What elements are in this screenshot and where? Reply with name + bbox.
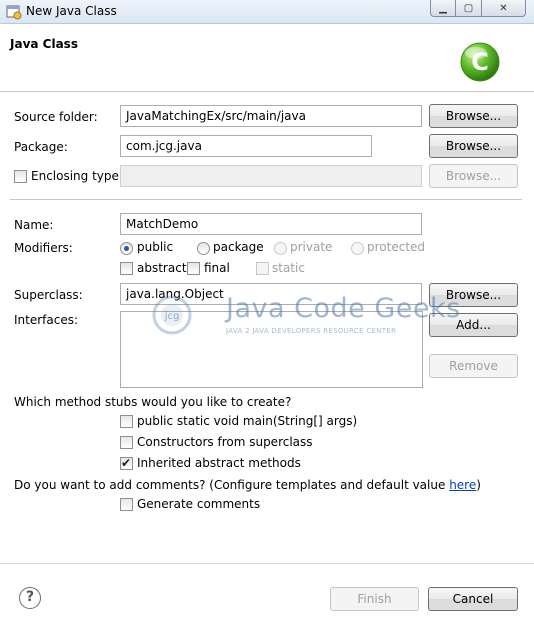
name-input[interactable]: MatchDemo [120,213,422,235]
package-browse-button[interactable]: Browse... [429,134,518,158]
interfaces-remove-button[interactable]: Remove [429,354,518,378]
source-folder-browse-button[interactable]: Browse... [429,104,518,128]
cancel-button[interactable]: Cancel [428,587,518,611]
minimize-icon: ▁ [439,2,447,14]
modifier-static-checkbox[interactable] [256,262,269,275]
modifier-abstract-checkbox[interactable] [120,262,133,275]
window-title: New Java Class [26,4,117,18]
modifier-package-label: package [213,240,264,254]
interfaces-label: Interfaces: [14,313,79,327]
superclass-input[interactable]: java.lang.Object [120,283,422,305]
section-divider [10,199,522,200]
source-folder-input[interactable]: JavaMatchingEx/src/main/java [120,105,422,127]
stub-inherited-label: Inherited abstract methods [137,456,301,470]
source-folder-label: Source folder: [14,110,98,124]
enclosing-type-browse-button[interactable]: Browse... [429,164,518,188]
comments-question-suffix: ) [476,478,481,492]
close-button[interactable]: ✕ [482,0,526,17]
superclass-browse-button[interactable]: Browse... [429,283,518,307]
modifier-protected-radio[interactable] [351,242,364,255]
wizard-content: Source folder: JavaMatchingEx/src/main/j… [0,93,534,628]
maximize-icon: ▢ [463,2,474,14]
comments-question: Do you want to add comments? (Configure … [14,478,481,492]
modifier-protected-label: protected [367,240,426,254]
modifier-final-checkbox[interactable] [187,262,200,275]
enclosing-type-label: Enclosing type: [31,169,123,183]
java-class-logo-icon: C [460,42,500,82]
comments-question-text: Do you want to add comments? (Configure … [14,478,450,492]
stub-main-checkbox[interactable] [120,415,133,428]
modifier-package-radio[interactable] [197,242,210,255]
close-icon: ✕ [499,2,508,14]
checkmark-icon: ✔ [121,456,132,470]
window-controls: ▁ ▢ ✕ [430,0,526,18]
eclipse-app-icon [6,5,22,20]
modifier-private-label: private [290,240,333,254]
footer-divider [0,563,534,564]
window-titlebar: New Java Class ▁ ▢ ✕ [0,0,534,24]
configure-templates-link[interactable]: here [449,478,476,492]
modifier-public-radio[interactable] [120,242,133,255]
minimize-button[interactable]: ▁ [430,0,456,17]
maximize-button[interactable]: ▢ [456,0,482,17]
name-label: Name: [14,218,54,232]
package-input[interactable]: com.jcg.java [120,135,372,157]
stub-inherited-checkbox[interactable]: ✔ [120,456,133,470]
help-button[interactable]: ? [19,587,41,609]
stub-constructors-label: Constructors from superclass [137,435,313,449]
modifier-abstract-label: abstract [137,261,187,275]
interfaces-list[interactable] [120,311,423,388]
modifiers-label: Modifiers: [14,241,73,255]
modifier-public-label: public [137,240,174,254]
interfaces-add-button[interactable]: Add... [429,313,518,337]
page-title: Java Class [10,37,78,51]
generate-comments-checkbox[interactable] [120,498,133,511]
logo-letter: C [471,48,489,76]
generate-comments-label: Generate comments [137,497,261,511]
enclosing-type-checkbox[interactable] [14,170,27,183]
wizard-header: Java Class C [0,25,534,92]
stub-main-label: public static void main(String[] args) [137,414,358,428]
modifier-private-radio[interactable] [274,242,287,255]
modifier-static-label: static [272,261,305,275]
finish-button[interactable]: Finish [330,587,419,611]
superclass-label: Superclass: [14,288,83,302]
enclosing-type-input[interactable] [120,165,422,187]
modifier-final-label: final [204,261,230,275]
package-label: Package: [14,140,68,154]
help-icon: ? [25,589,35,605]
stub-constructors-checkbox[interactable] [120,436,133,449]
method-stubs-question: Which method stubs would you like to cre… [14,395,292,409]
